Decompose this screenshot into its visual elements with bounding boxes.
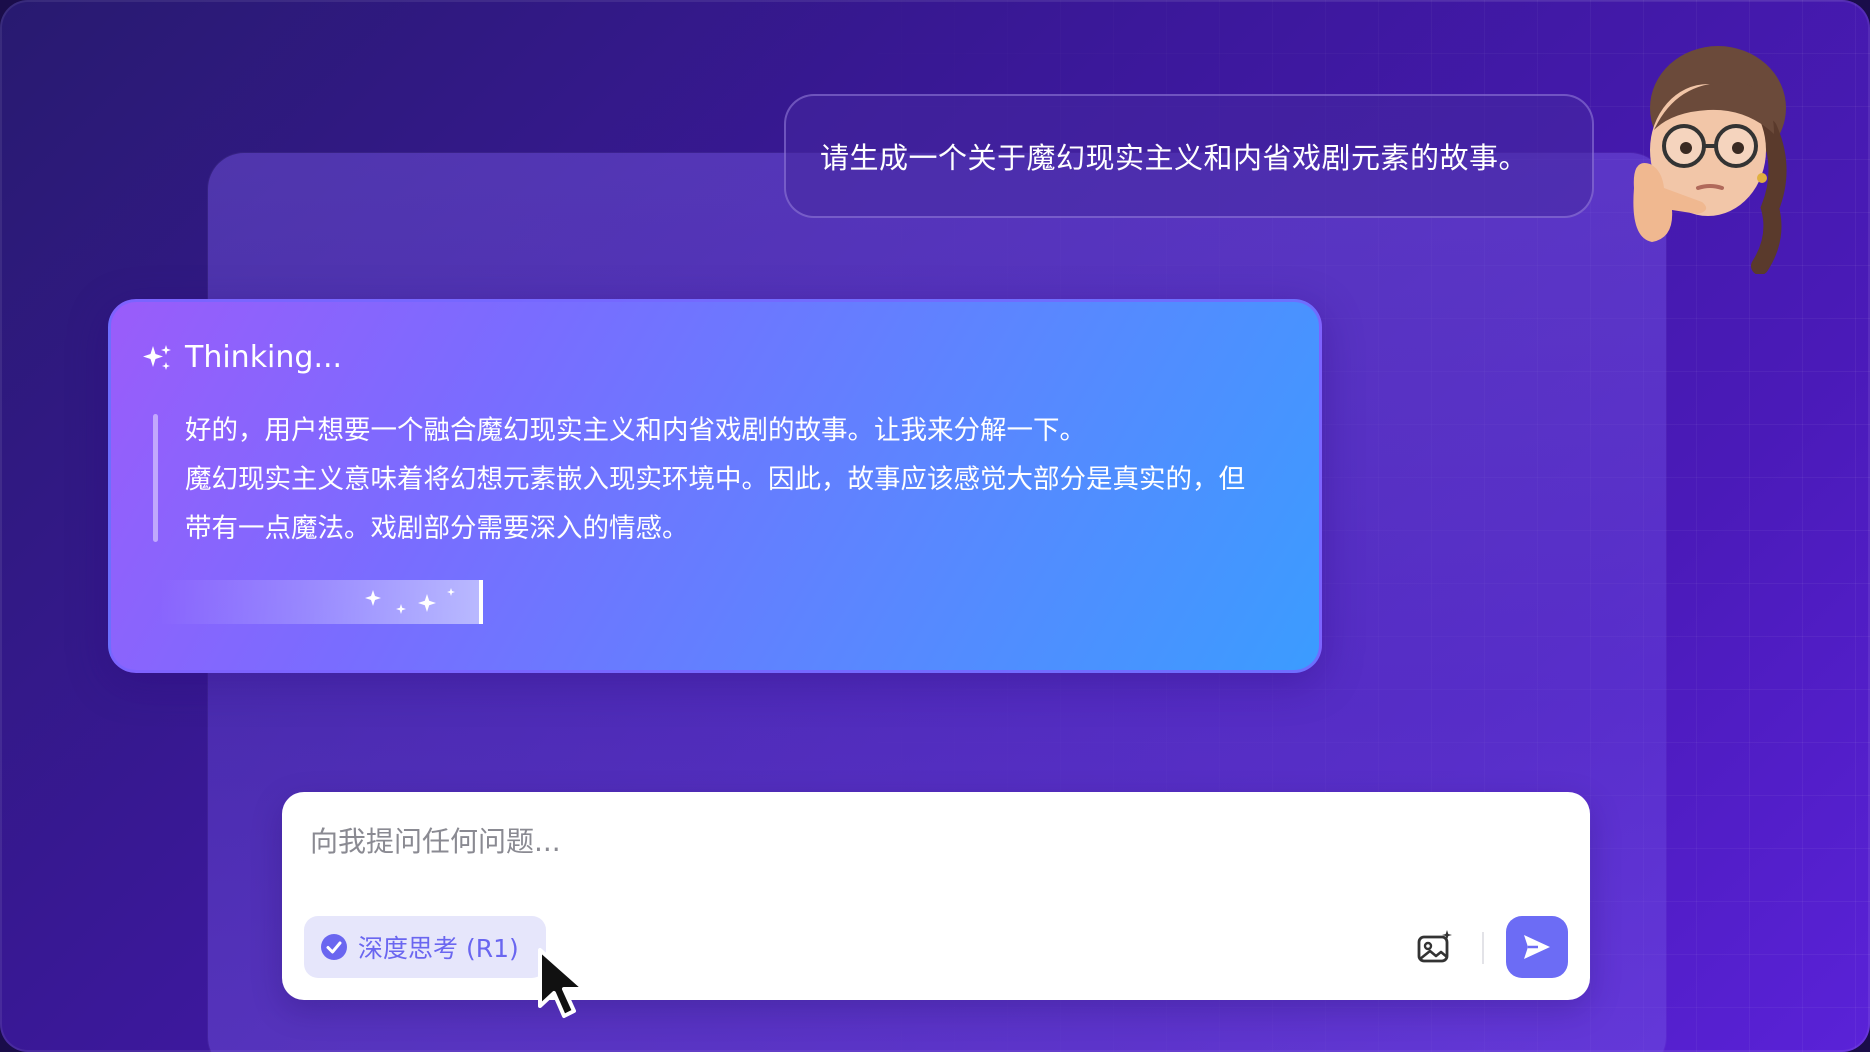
app-window: 请生成一个关于魔幻现实主义和内省戏剧元素的故事。 Thinking... 好的，… (0, 0, 1870, 1052)
sparkle-dots-icon (365, 588, 455, 614)
message-input[interactable] (308, 816, 1512, 866)
mouse-cursor-icon (538, 948, 586, 1018)
thinking-card: Thinking... 好的，用户想要一个融合魔幻现实主义和内省戏剧的故事。让我… (108, 299, 1322, 673)
typing-shimmer (159, 580, 483, 624)
thinking-line: 好的，用户想要一个融合魔幻现实主义和内省戏剧的故事。让我来分解一下。 (185, 415, 1086, 446)
sparkles-icon (143, 344, 171, 370)
thinking-header: Thinking... (141, 340, 342, 375)
send-icon (1524, 935, 1550, 959)
quote-bar (153, 414, 158, 542)
thinking-text: 好的，用户想要一个融合魔幻现实主义和内省戏剧的故事。让我来分解一下。 魔幻现实主… (185, 406, 1255, 553)
image-sparkle-icon (1417, 930, 1452, 963)
composer: 深度思考 (R1) (282, 792, 1590, 1000)
thinking-title: Thinking... (185, 340, 343, 375)
deep-think-toggle[interactable]: 深度思考 (R1) (304, 916, 546, 978)
user-message-text: 请生成一个关于魔幻现实主义和内省戏剧元素的故事。 (820, 141, 1529, 175)
deep-think-label: 深度思考 (R1) (358, 934, 519, 963)
check-circle-icon (321, 934, 347, 960)
thinking-line: 魔幻现实主义意味着将幻想元素嵌入现实环境中。因此，故事应该感觉大部分是真实的，但… (185, 464, 1245, 544)
send-button[interactable] (1506, 916, 1568, 978)
user-avatar (1633, 46, 1787, 274)
user-message-bubble: 请生成一个关于魔幻现实主义和内省戏剧元素的故事。 (784, 94, 1594, 218)
toolbar-divider (1482, 932, 1484, 964)
image-upload-button[interactable] (1412, 924, 1458, 970)
typing-cursor (479, 580, 483, 624)
